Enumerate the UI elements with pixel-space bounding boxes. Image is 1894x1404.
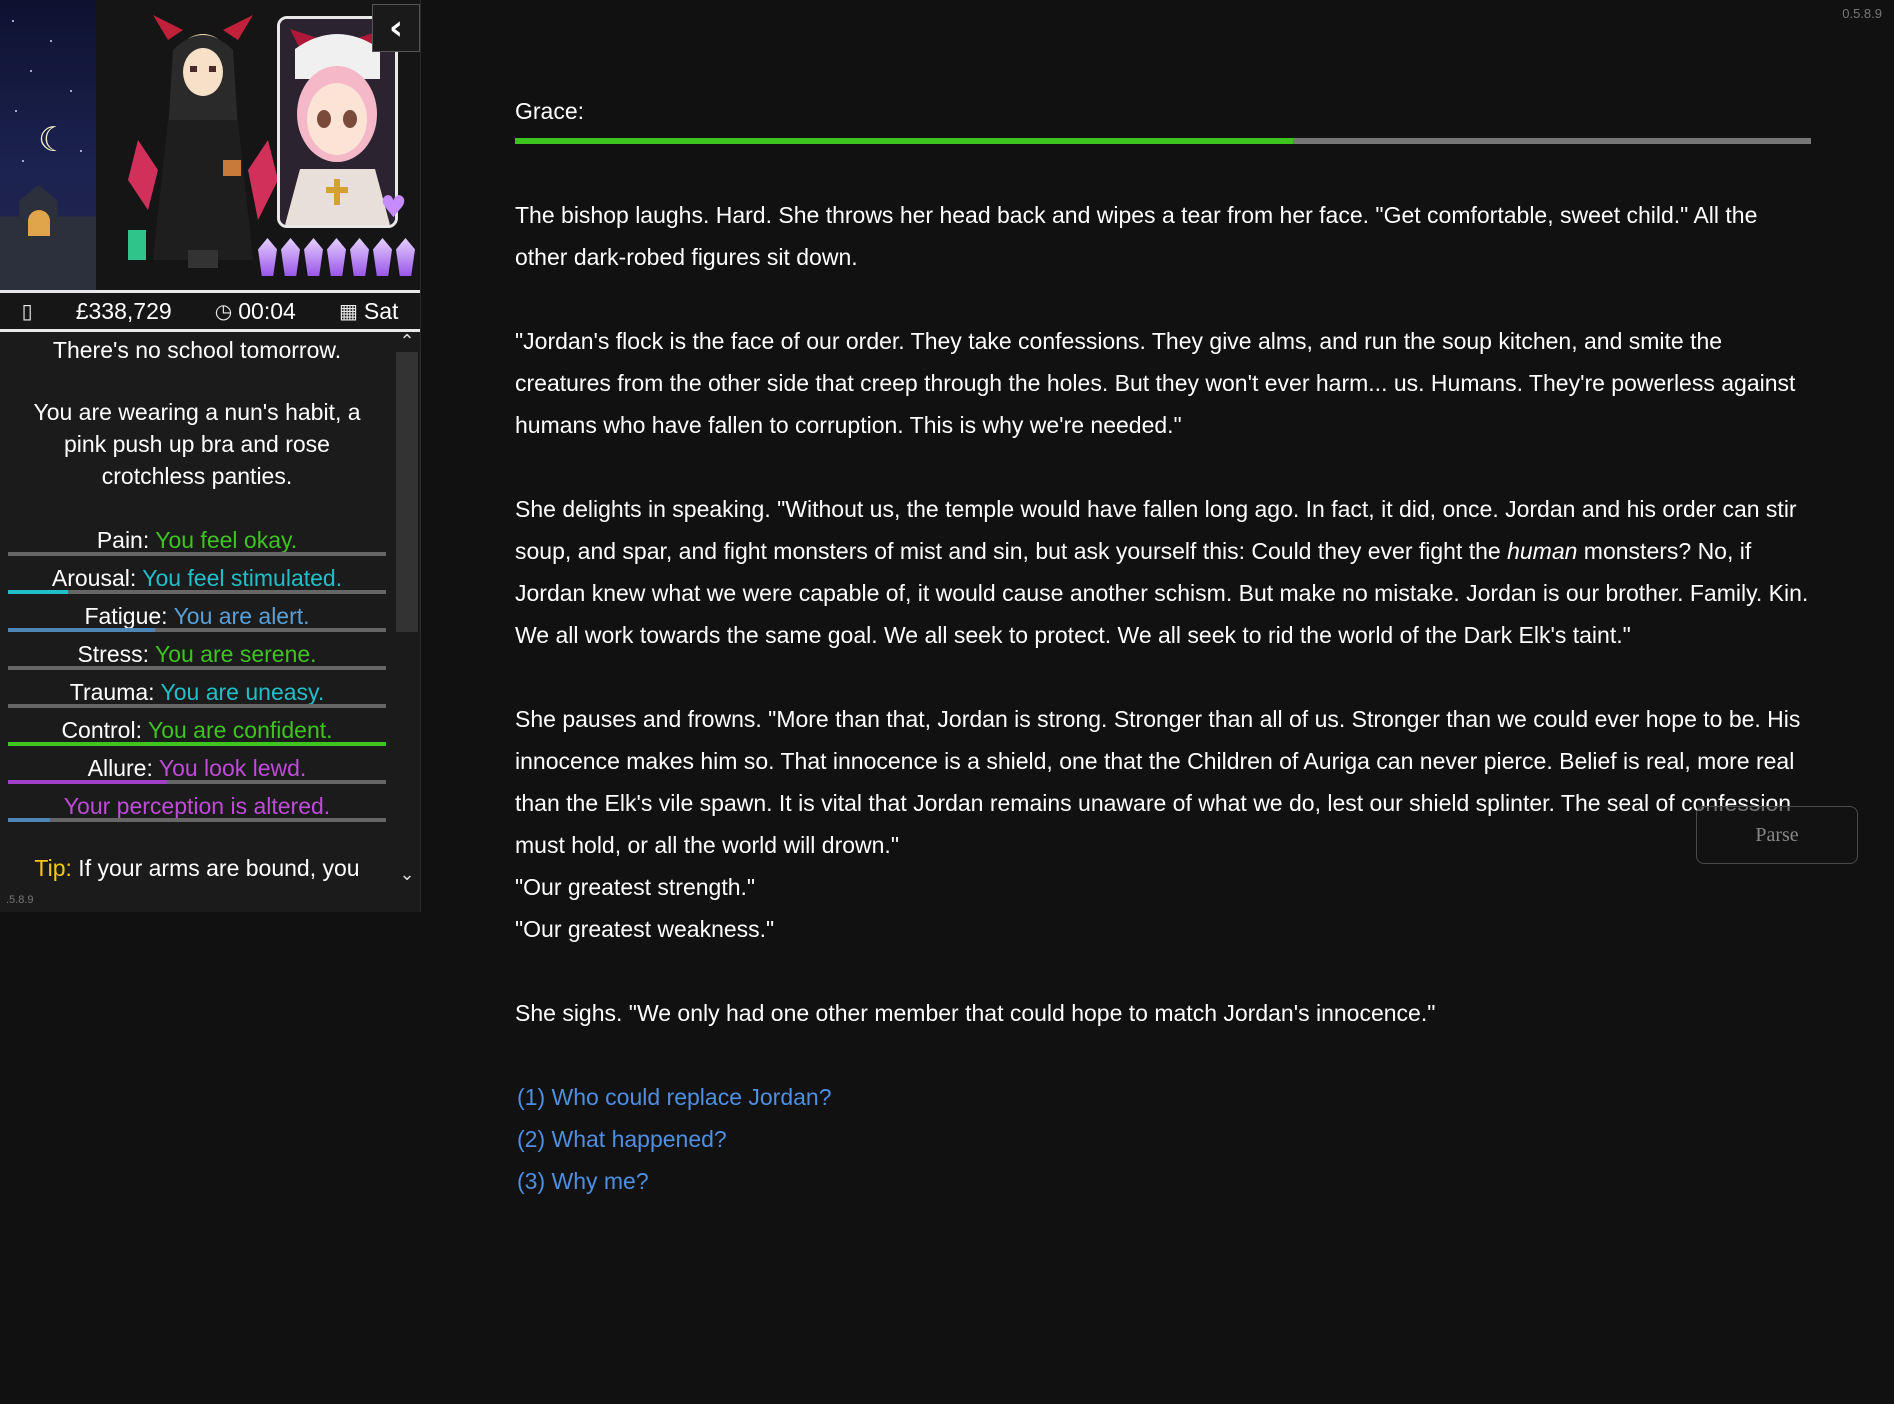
stat-desc: You feel okay. (155, 527, 298, 553)
stat-desc: You are alert. (173, 603, 310, 629)
stat-desc: Your perception is altered. (63, 793, 331, 819)
choice-link[interactable]: (1) Who could replace Jordan? (517, 1076, 1811, 1118)
stat-bar-fill (8, 590, 69, 594)
chevron-down-icon[interactable]: ⌄ (394, 864, 420, 885)
money-value: £338,729 (75, 297, 172, 324)
portrait-area: ☾ ♥ (0, 0, 420, 290)
scrollbar-thumb[interactable] (396, 352, 418, 632)
passage-paragraph: "Jordan's flock is the face of our order… (515, 328, 1796, 438)
stat-label: Trauma: (69, 679, 155, 705)
speaker-name: Grace: (515, 98, 585, 124)
sidebar-version: .5.8.9 (6, 894, 34, 906)
tip-body: If your arms are bound, you (71, 855, 360, 881)
stat-bar-fill (8, 780, 167, 784)
phone-status[interactable]: ▯ (22, 299, 33, 323)
day-display: ▦ Sat (339, 298, 398, 325)
stat-label: Arousal: (51, 565, 137, 591)
stat-desc: You are serene. (155, 641, 317, 667)
passage-emphasis: human (1507, 538, 1578, 564)
stat-control: Control: You are confident. (8, 712, 386, 750)
story-passage: Grace: The bishop laughs. Hard. She thro… (515, 96, 1811, 1202)
stat-bar (8, 552, 386, 556)
stat-desc: You are uneasy. (160, 679, 325, 705)
parse-button[interactable]: Parse (1696, 806, 1858, 864)
stat-desc: You look lewd. (158, 755, 307, 781)
stat-stress: Stress: You are serene. (8, 636, 386, 674)
speaker-relationship-bar (515, 138, 1811, 144)
chevron-up-icon[interactable]: ⌃ (394, 333, 420, 352)
passage-paragraph: She delights in speaking. "Without us, t… (515, 488, 1811, 656)
clothing-description: You are wearing a nun's habit, a pink pu… (33, 399, 361, 489)
sidebar-scrollbar[interactable]: ⌃ ⌄ (394, 333, 420, 912)
stat-bar (8, 704, 386, 708)
stat-allure: Allure: You look lewd. (8, 750, 386, 788)
stat-bar (8, 666, 386, 670)
stat-bar-fill (8, 628, 156, 632)
collapse-sidebar-button[interactable]: ‹ (372, 4, 420, 52)
stat-perception: Your perception is altered. (8, 788, 386, 826)
stat-label: Control: (61, 717, 142, 743)
passage-paragraph: She pauses and frowns. "More than that, … (515, 706, 1801, 858)
time-display: ◷ 00:04 (215, 298, 296, 325)
stat-trauma: Trauma: You are uneasy. (8, 674, 386, 712)
crystal-meter (258, 238, 418, 278)
status-bar: ▯ £338,729 ◷ 00:04 ▦ Sat (0, 290, 420, 332)
passage-paragraph: She sighs. "We only had one other member… (515, 1000, 1436, 1026)
day-value: Sat (363, 297, 399, 324)
money-display: £338,729 (76, 298, 172, 325)
stat-bar-fill (8, 742, 386, 746)
stat-bar (8, 818, 386, 822)
phone-icon: ▯ (21, 299, 33, 323)
stat-pain: Pain: You feel okay. (8, 522, 386, 560)
passage-paragraph: The bishop laughs. Hard. She throws her … (515, 202, 1758, 270)
stat-bar (8, 742, 386, 746)
passage-line: "Our greatest weakness." (515, 916, 775, 942)
time-value: 00:04 (238, 297, 296, 324)
clock-icon: ◷ (214, 299, 233, 323)
choice-link[interactable]: (2) What happened? (517, 1118, 1811, 1160)
stat-fatigue: Fatigue: You are alert. (8, 598, 386, 636)
stat-bar (8, 780, 386, 784)
school-note: There's no school tomorrow. (52, 337, 342, 363)
version-label: 0.5.8.9 (1842, 6, 1882, 21)
stat-label: Allure: (87, 755, 153, 781)
calendar-icon: ▦ (338, 299, 358, 323)
stats-panel: There's no school tomorrow. You are wear… (0, 334, 394, 912)
stat-bar (8, 590, 386, 594)
choice-list: (1) Who could replace Jordan? (2) What h… (515, 1076, 1811, 1202)
choice-link[interactable]: (3) Why me? (517, 1160, 1811, 1202)
tip-label: Tip: (34, 855, 72, 881)
stat-desc: You feel stimulated. (142, 565, 343, 591)
stat-arousal: Arousal: You feel stimulated. (8, 560, 386, 598)
stat-label: Stress: (77, 641, 150, 667)
heart-icon: ♥ (380, 190, 407, 225)
speaker-bar-fill (515, 138, 1293, 144)
stat-label: Pain: (96, 527, 150, 553)
stat-desc: You are confident. (147, 717, 333, 743)
player-avatar (128, 15, 278, 268)
stat-bar-fill (8, 818, 50, 822)
chevron-left-icon: ‹ (388, 8, 403, 48)
tip-text: Tip: If your arms are bound, you (0, 852, 394, 884)
sidebar: ☾ ♥ ‹ ▯ £338,729 ◷ 00:04 ▦ Sat There's n… (0, 0, 421, 912)
church-window (28, 210, 50, 236)
stat-label: Fatigue: (84, 603, 168, 629)
passage-line: "Our greatest strength." (515, 874, 756, 900)
moon-icon: ☾ (38, 120, 69, 160)
stat-bar (8, 628, 386, 632)
